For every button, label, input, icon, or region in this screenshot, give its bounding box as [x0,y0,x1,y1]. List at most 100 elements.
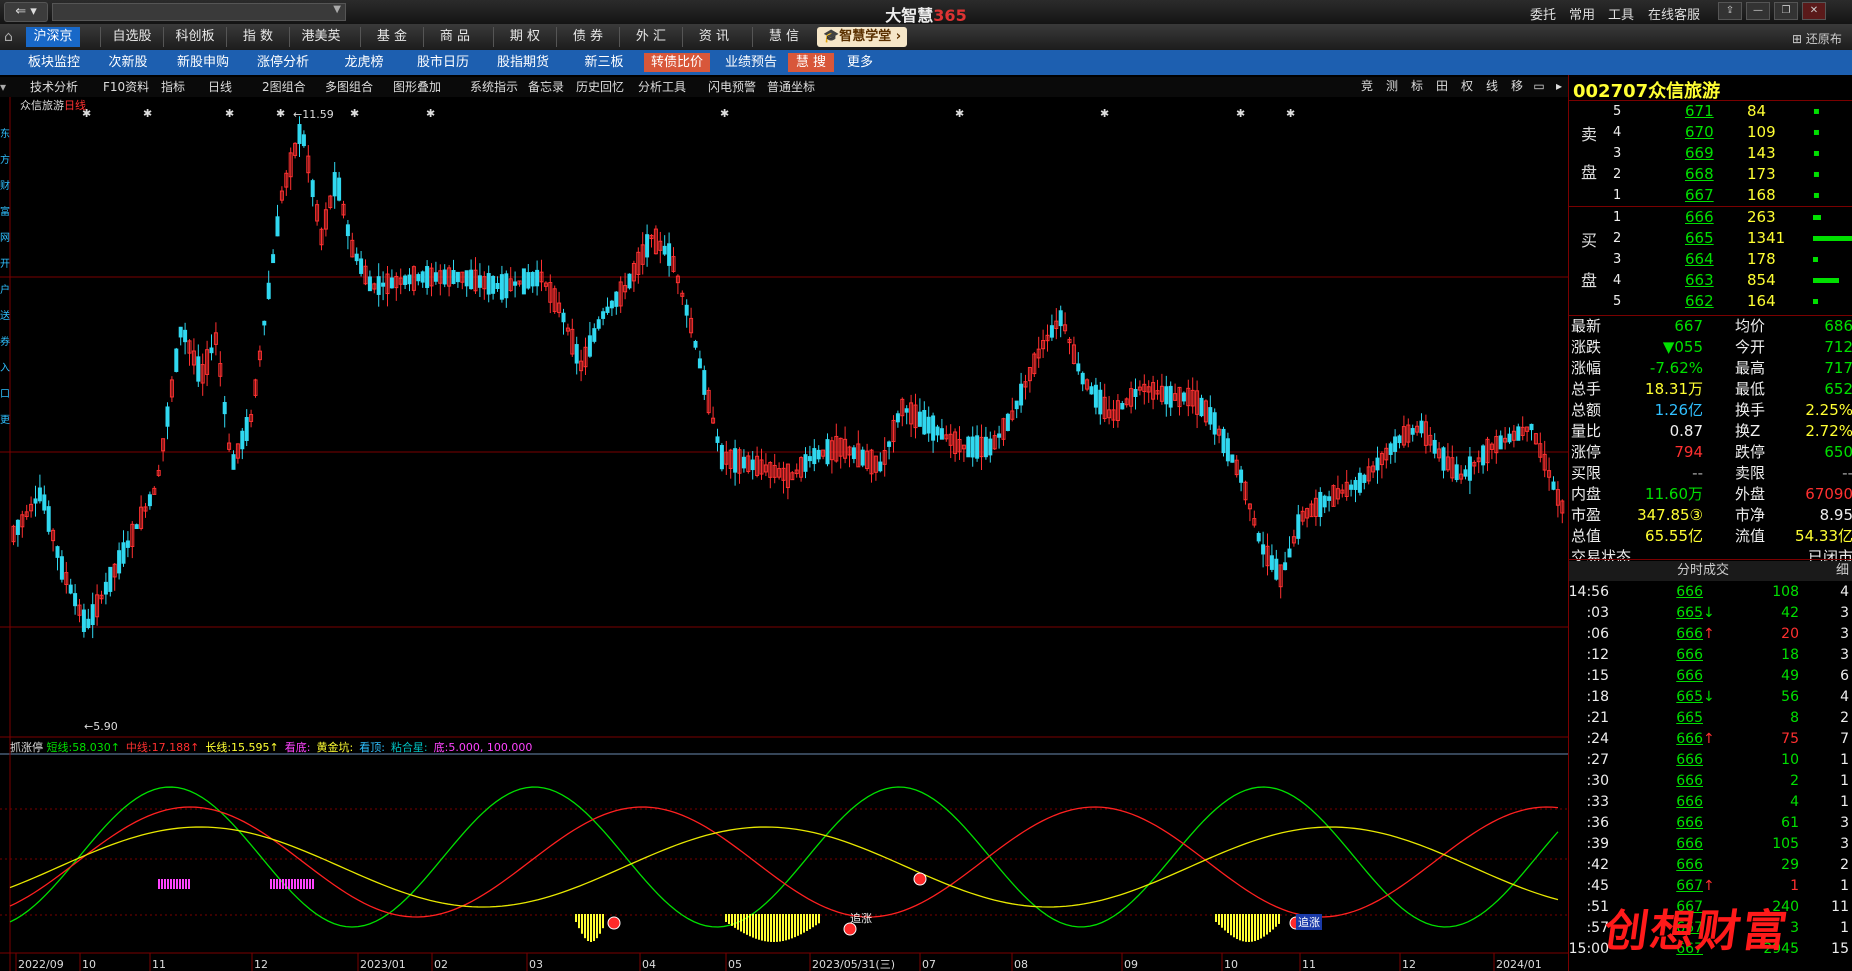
golden-pit-bar [731,914,733,926]
tool-analysis[interactable]: 分析工具 [638,79,686,95]
sub-limit-up[interactable]: 涨停分析 [250,53,316,72]
tool-daily[interactable]: 日线 [208,79,232,95]
sub-more[interactable]: 更多 [842,53,878,72]
sub-convertible[interactable]: 转债比价 [644,53,710,72]
sub-neeq[interactable]: 新三板 [576,53,632,72]
volume-bar: ▪ [1813,190,1820,201]
tool-memo[interactable]: 备忘录 [528,79,564,95]
tick-row: :21 665 8 2 [1569,708,1852,729]
menu-index[interactable]: 指 数 [226,27,289,47]
menu-options[interactable]: 期 权 [493,27,556,47]
indicator-name: 抓涨停 [10,741,47,754]
link-entrust[interactable]: 委托 [1530,4,1556,23]
tool-mark[interactable]: 标 [1408,78,1426,95]
tool-history[interactable]: 历史回忆 [576,79,624,95]
candle-body [504,273,509,299]
candle-body [433,272,438,282]
edu-button[interactable]: 🎓智慧学堂 › [817,27,908,47]
kline-chart-area[interactable]: ✱ ✱ ✱ ✱ ✱ ✱ ✱ ✱ ✱ ✱ ✱ 2022/09 10 11 12 2023/01 02 03 04 05 2… [0,97,1568,971]
tick-count: 3 [1840,815,1849,831]
sell-row[interactable]: 4 670 109 ▪ [1569,122,1852,143]
sub-ipo[interactable]: 新股申购 [170,53,236,72]
sell-volume: 143 [1747,144,1776,162]
menu-news[interactable]: 资 讯 [682,27,745,47]
tool-rights[interactable]: 权 [1458,78,1476,95]
upload-icon[interactable]: ⇪ [1718,2,1742,20]
link-tools[interactable]: 工具 [1608,4,1634,23]
link-online-service[interactable]: 在线客服 [1648,4,1700,23]
menu-fund[interactable]: 基 金 [360,27,423,47]
buy-row[interactable]: 5 662 164 [1569,291,1852,312]
sell-row[interactable]: 3 669 143 ▪ [1569,143,1852,164]
sub-index-futures[interactable]: 股指期货 [490,53,556,72]
stat-label: 总手 [1571,380,1602,398]
expand-icon[interactable]: ▸ [1550,78,1568,95]
sub-new-stocks[interactable]: 次新股 [100,53,156,72]
stat-row: 量比 0.87 换Z 2.72% [1569,421,1852,442]
tool-overlay[interactable]: 图形叠加 [393,79,441,95]
sub-sector-monitor[interactable]: 板块监控 [24,53,84,72]
tool-alert[interactable]: 闪电预警 [708,79,756,95]
date-label: 10 [1224,958,1238,971]
candle-body [262,320,267,326]
candle-body [332,172,337,197]
tool-indicator[interactable]: 指标 [161,79,185,95]
candle-body [455,271,460,283]
tool-multichart[interactable]: 多图组合 [325,79,373,95]
sell-row[interactable]: 2 668 173 ▪ [1569,164,1852,185]
level-num: 4 [1613,125,1622,140]
tick-volume: 29 [1781,857,1799,873]
home-icon[interactable]: ⌂ [4,29,13,45]
menu-shsz[interactable]: 沪深京 [26,27,80,47]
menu-watchlist[interactable]: 自选股 [100,27,163,47]
menu-star-market[interactable]: 科创板 [163,27,226,47]
close-icon[interactable]: ✕ [1802,2,1826,20]
window-icon[interactable]: ▭ [1530,78,1548,95]
menu-forex[interactable]: 外 汇 [619,27,682,47]
menu-hk-us[interactable]: 港美英 [289,27,352,47]
golden-pit-bar [581,914,583,934]
tool-line[interactable]: 线 [1483,78,1501,95]
restore-icon[interactable]: ❐ [1774,2,1798,20]
sub-dragon-tiger[interactable]: 龙虎榜 [336,53,392,72]
buy-row[interactable]: 3 664 178 [1569,249,1852,270]
sub-calendar[interactable]: 股市日历 [410,53,476,72]
menu-huixin[interactable]: 慧 信 [752,27,815,47]
kline-svg[interactable]: ✱ ✱ ✱ ✱ ✱ ✱ ✱ ✱ ✱ ✱ ✱2022/09 10 11 12 2023/01 02 03 04 05 2… [0,97,1568,971]
menu-commodity[interactable]: 商 品 [423,27,486,47]
sell-row[interactable]: 5 671 84 ▪ [1569,101,1852,122]
ticks-header[interactable]: 分时成交 细 [1569,561,1852,581]
link-common[interactable]: 常用 [1569,4,1595,23]
tool-technical[interactable]: 技术分析 [30,79,78,95]
candle-body [1283,562,1288,571]
sub-earnings[interactable]: 业绩预告 [718,53,784,72]
volume-bar [1813,278,1839,283]
tool-move[interactable]: 移 [1508,78,1526,95]
golden-pit-bar [815,914,817,926]
golden-pit-bar [746,914,748,935]
sub-search[interactable]: 慧 搜 [788,53,834,72]
golden-pit-bar [758,914,760,940]
golden-pit-bar [1263,914,1265,937]
sell-row[interactable]: 1 667 168 ▪ [1569,185,1852,206]
ticks-detail-tab[interactable]: 细 [1836,561,1849,581]
tool-test[interactable]: 测 [1383,78,1401,95]
minimize-icon[interactable]: — [1746,2,1770,20]
date-label: 12 [254,958,268,971]
tool-f10[interactable]: F10资料 [103,79,149,95]
menu-bonds[interactable]: 债 券 [556,27,619,47]
buy-row[interactable]: 1 666 263 [1569,207,1852,228]
bottom-signal-bar [276,879,278,889]
tool-bid[interactable]: 竞 [1358,78,1376,95]
candle-body [244,417,249,441]
tool-2chart[interactable]: 2图组合 [262,79,306,95]
buy-row[interactable]: 2 665 1341 [1569,228,1852,249]
candle-body [587,335,592,357]
tool-grid[interactable]: 田 [1433,78,1451,95]
tick-price: 666 [1676,752,1703,768]
tool-coord[interactable]: 普通坐标 [767,79,815,95]
toolbar-arrow[interactable]: ▾ [0,79,6,95]
candle-body [601,311,606,319]
tool-system[interactable]: 系统指示 [470,79,518,95]
buy-row[interactable]: 4 663 854 [1569,270,1852,291]
